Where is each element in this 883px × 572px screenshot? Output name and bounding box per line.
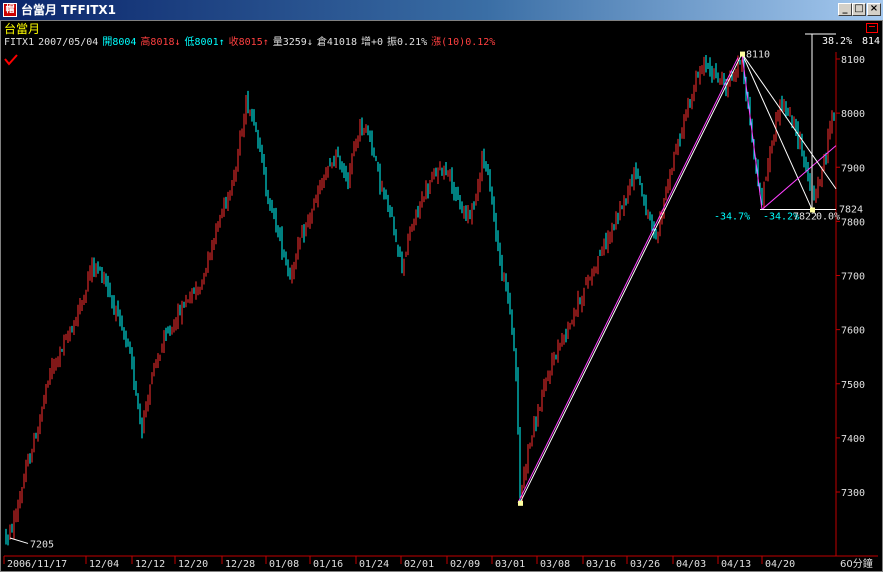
open-label: 開8004	[102, 37, 137, 48]
y-tick-label: 7600	[841, 326, 865, 337]
low-label: 7205	[30, 539, 54, 550]
quote-info-bar: FITX1 2007/05/04 開8004 高8018↓ 低8001↑ 收8015↑ 量3…	[4, 37, 499, 49]
x-tick-label: 01/24	[359, 559, 389, 570]
fib-line	[761, 145, 837, 210]
fib-value-label: 7822	[793, 211, 817, 222]
x-tick-label: 03/01	[495, 559, 525, 570]
candlestick-chart[interactable]: 8100 8000 7900 7800 7700 7600 7500 7400 7300 2006…	[0, 0, 883, 572]
x-tick-label: 12/20	[178, 559, 208, 570]
last-price-label: 7824	[839, 204, 863, 215]
x-tick-label: 02/01	[404, 559, 434, 570]
x-tick-label: 03/26	[630, 559, 660, 570]
x-unit-label: 60分鐘	[840, 557, 873, 570]
anchor-marker	[740, 51, 745, 57]
x-tick-label: 04/13	[721, 559, 751, 570]
close-label: 收8015↑	[228, 37, 269, 48]
fib-pct-label: 0.0%	[816, 211, 840, 222]
x-tick-label: 01/08	[269, 559, 299, 570]
trend-line-pink	[517, 57, 739, 504]
x-tick-label: 02/09	[450, 559, 480, 570]
y-tick-label: 7400	[841, 434, 865, 445]
check-icon[interactable]	[4, 54, 18, 66]
high-label: 8110	[746, 50, 770, 61]
trend-line-main	[519, 53, 743, 504]
anchor-marker	[518, 500, 523, 506]
low-pointer	[9, 537, 29, 544]
change-label: 漲(10)0.12%	[431, 37, 496, 48]
y-tick-label: 7700	[841, 272, 865, 283]
fib-percent-label: 38.2%	[822, 36, 853, 47]
open-interest-label: 倉41018	[316, 37, 357, 48]
volume-label: 量3259↓	[272, 37, 313, 48]
x-tick-label: 03/08	[540, 559, 570, 570]
x-tick-label: 12/12	[135, 559, 165, 570]
y-tick-label: 7300	[841, 488, 865, 499]
oi-change-label: 增+0	[360, 37, 384, 48]
x-tick-label: 04/03	[676, 559, 706, 570]
amplitude-label: 振0.21%	[387, 37, 428, 48]
x-tick-label: 01/16	[313, 559, 343, 570]
chart-name: 台當月	[4, 22, 41, 36]
x-tick-label: 03/16	[586, 559, 616, 570]
y-tick-label: 8100	[841, 55, 865, 66]
y-tick-label: 7800	[841, 217, 865, 228]
fib-pct-label: -34.7%	[714, 211, 750, 222]
fib-value-label: 814	[862, 36, 881, 47]
y-tick-label: 8000	[841, 109, 865, 120]
x-tick-label: 2006/11/17	[7, 559, 67, 570]
restore-icon[interactable]	[866, 23, 878, 33]
x-tick-label: 12/04	[89, 559, 119, 570]
date-label: 2007/05/04	[38, 37, 99, 48]
x-tick-label: 12/28	[225, 559, 255, 570]
symbol-label: FITX1	[4, 37, 35, 48]
low-label: 低8001↑	[184, 37, 225, 48]
y-tick-label: 7900	[841, 163, 865, 174]
high-label: 高8018↓	[140, 37, 181, 48]
y-tick-label: 7500	[841, 380, 865, 391]
x-tick-label: 04/20	[765, 559, 795, 570]
